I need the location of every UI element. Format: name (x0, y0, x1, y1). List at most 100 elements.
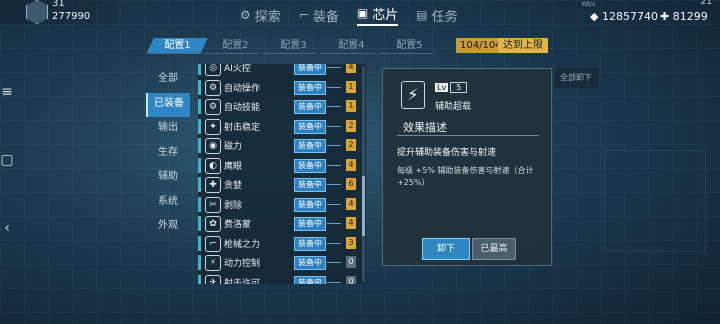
chip-rarity-bar (198, 138, 201, 153)
category-system[interactable]: 系统 (146, 191, 190, 215)
tab-config-3[interactable]: 配置3 (262, 38, 324, 54)
chip-rarity-bar (198, 64, 201, 75)
scroll-thumb[interactable] (362, 176, 365, 236)
tab-config-1[interactable]: 配置1 (146, 38, 208, 54)
chip-level-badge: 6 (346, 178, 356, 190)
tab-chips[interactable]: ▣ 芯片 (356, 4, 399, 26)
chip-name: 贪婪 (224, 181, 243, 191)
category-all[interactable]: 全部 (146, 68, 190, 92)
chip-level-badge: 4 (346, 217, 356, 229)
chip-row[interactable]: ◉ 磁力 装备中 2 (198, 136, 360, 156)
currency-gems[interactable]: ✚ 81299 (660, 10, 708, 23)
chip-row[interactable]: ✦ 射击稳定 装备中 2 (198, 117, 360, 137)
unequip-button[interactable]: 卸下 (422, 238, 470, 260)
chip-slot-line (327, 125, 341, 127)
chip-slot-line (327, 164, 341, 166)
status-area: KB/s 21 ◆ 12857740 ✚ 81299 (582, 0, 712, 24)
overload-chip-icon: ⚡ (401, 81, 425, 109)
category-appearance[interactable]: 外观 (146, 215, 190, 239)
chip-rarity-bar (198, 216, 201, 231)
chip-row[interactable]: ✿ 费洛蒙 装备中 4 (198, 214, 360, 234)
capacity-limit-label: 达到上限 (498, 38, 548, 53)
equipped-badge: 装备中 (294, 275, 326, 284)
chip-rarity-bar (198, 196, 201, 212)
chip-rarity-bar (198, 255, 201, 270)
chip-row[interactable]: ◐ 鹰眼 装备中 4 (198, 156, 360, 176)
chip-row[interactable]: ◎ AI火控 装备中 4 (198, 64, 360, 78)
chip-rarity-bar (198, 177, 201, 192)
equipped-badge: 装备中 (294, 119, 326, 134)
clock: 21 (700, 0, 712, 7)
chip-name: 辅助超载 (435, 102, 472, 112)
chip-level-badge: 4 (346, 64, 356, 73)
chip-slot-line (327, 242, 341, 244)
player-uid: 277990 (52, 11, 91, 22)
system-nav: ≡ ▢ ‹ (0, 60, 18, 300)
background-decoration (604, 150, 706, 252)
chip-row[interactable]: ✚ 贪婪 装备中 6 (198, 175, 360, 195)
gun-icon: ⌐ (298, 8, 309, 22)
chip-icon: ⚙ (205, 99, 221, 115)
chip-slot-line (327, 145, 341, 146)
chip-level-badge: 1 (346, 80, 356, 93)
chip-list-scrollbar[interactable] (362, 66, 365, 282)
equipped-badge: 装备中 (294, 158, 326, 173)
divider (397, 135, 539, 136)
chip-level-badge: 0 (346, 275, 356, 284)
chip-icon: ◉ (205, 138, 221, 154)
chip-row[interactable]: ⚡ 动力控制 装备中 0 (198, 253, 360, 273)
chip-name: 射击许可 (224, 278, 261, 285)
chip-level-badge: 0 (346, 256, 356, 268)
chip-icon: ✦ (205, 118, 221, 135)
unequip-all-button[interactable]: 全部卸下 (554, 68, 598, 88)
chip-level-badge: 2 (346, 139, 356, 151)
category-equipped[interactable]: 已装备 (146, 92, 190, 117)
menu-icon[interactable]: ≡ (0, 84, 14, 100)
top-nav: ⚙ 探索 ⌐ 装备 ▣ 芯片 ▤ 任务 (240, 4, 458, 26)
tab-tasks[interactable]: ▤ 任务 (416, 4, 457, 26)
currency-coins[interactable]: ◆ 12857740 (590, 10, 658, 23)
network-speed: KB/s (582, 1, 596, 8)
tab-config-4[interactable]: 配置4 (320, 38, 382, 54)
home-icon[interactable]: ▢ (0, 152, 14, 168)
tab-config-5[interactable]: 配置5 (378, 38, 440, 54)
category-survival[interactable]: 生存 (146, 142, 190, 166)
chip-rarity-bar (198, 79, 201, 95)
equipped-badge: 装备中 (294, 256, 326, 270)
chip-icon: ✈ (205, 274, 221, 284)
equipped-badge: 装备中 (294, 197, 326, 212)
chip-icon: ⚡ (205, 255, 221, 271)
chip-detail-panel: ⚡ Lv 5 辅助超载 效果描述 提升辅助装备伤害与射速 每级 +5% 辅助装备伤… (382, 68, 552, 266)
category-support[interactable]: 辅助 (146, 166, 190, 190)
chip-icon: ⌐ (205, 235, 221, 252)
chip-row[interactable]: ⌐ 枪械之力 装备中 3 (198, 234, 360, 254)
tab-explore[interactable]: ⚙ 探索 (240, 4, 281, 26)
chip-row[interactable]: ✈ 射击许可 装备中 0 (198, 273, 360, 285)
chip-rarity-bar (198, 157, 201, 173)
rank-badge-icon (26, 0, 48, 24)
tab-config-2[interactable]: 配置2 (204, 38, 266, 54)
chip-rarity-bar (198, 274, 201, 284)
equipped-badge: 装备中 (294, 139, 326, 153)
chip-icon: ✂ (205, 196, 221, 213)
chip-name: 动力控制 (224, 259, 261, 269)
back-icon[interactable]: ‹ (0, 220, 14, 236)
chip-name: 磁力 (224, 142, 243, 152)
chip-rarity-bar (198, 99, 201, 114)
chip-list[interactable]: ◎ AI火控 装备中 4 ⚙ 自动操作 装备中 1 ⚙ 自动技能 装备中 1 ✦ 射击稳定 装备中 2 ◉ 磁力装… (198, 64, 366, 284)
chip-row[interactable]: ✂ 剥除 装备中 4 (198, 195, 360, 215)
equipped-badge: 装备中 (294, 178, 326, 192)
chip-level-badge: 1 (346, 100, 356, 112)
chip-row[interactable]: ⚙ 自动技能 装备中 1 (198, 97, 360, 117)
maxed-button[interactable]: 已最高 (472, 238, 516, 260)
chip-row[interactable]: ⚙ 自动操作 装备中 1 (198, 78, 360, 98)
category-output[interactable]: 输出 (146, 117, 190, 141)
player-info[interactable]: 31 277990 (0, 0, 118, 24)
chip-name: 射击稳定 (224, 122, 261, 133)
chip-icon: ✚ (205, 177, 221, 193)
effect-description: 每级 +5% 辅助装备伤害与射速（合计+25%） (397, 166, 534, 187)
chip-name: 自动操作 (224, 83, 261, 94)
tab-equipment[interactable]: ⌐ 装备 (299, 4, 339, 26)
chip-level-badge: 4 (346, 158, 356, 171)
chip-slot-line (327, 281, 341, 283)
